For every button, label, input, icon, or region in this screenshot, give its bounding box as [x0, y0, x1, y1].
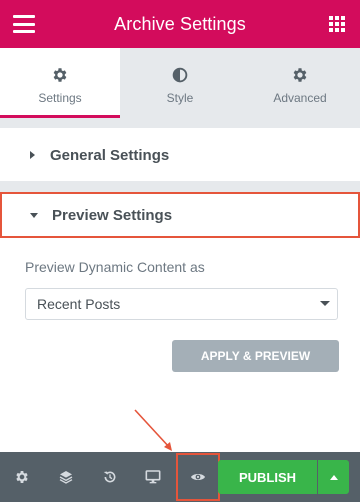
preview-content-select-value: Recent Posts — [37, 296, 121, 312]
hamburger-menu-icon[interactable] — [13, 15, 35, 33]
footer-settings-button[interactable] — [0, 452, 44, 502]
section-general-settings-label: General Settings — [50, 146, 170, 164]
panel-footer: PUBLISH — [0, 452, 360, 502]
tab-settings[interactable]: Settings — [0, 48, 120, 118]
preview-content-label: Preview Dynamic Content as — [25, 259, 205, 275]
grid-apps-icon[interactable] — [329, 16, 345, 32]
section-preview-settings[interactable]: Preview Settings — [0, 192, 360, 238]
half-circle-icon — [172, 67, 188, 82]
publish-options-button[interactable] — [318, 460, 349, 494]
section-divider — [0, 118, 360, 128]
tab-advanced-label: Advanced — [273, 90, 327, 105]
layers-icon — [59, 471, 73, 484]
preview-eye-icon — [191, 474, 205, 480]
section-general-settings[interactable]: General Settings — [0, 132, 360, 178]
footer-history-button[interactable] — [88, 452, 132, 502]
footer-responsive-button[interactable] — [131, 452, 175, 502]
annotation-arrow-icon — [134, 409, 172, 451]
tab-settings-label: Settings — [38, 90, 82, 105]
panel-content: General Settings Preview Settings Previe… — [0, 118, 360, 452]
settings-gear-icon — [16, 471, 28, 483]
caret-right-icon — [30, 151, 35, 159]
panel-header: Archive Settings — [0, 0, 360, 48]
responsive-desktop-icon — [145, 470, 161, 484]
footer-preview-button[interactable] — [176, 453, 220, 501]
caret-down-icon — [30, 213, 38, 218]
section-preview-settings-label: Preview Settings — [52, 206, 173, 224]
section-divider — [0, 181, 360, 192]
apply-preview-button[interactable]: APPLY & PREVIEW — [172, 340, 339, 372]
tab-style-label: Style — [166, 90, 194, 105]
gear-icon — [53, 67, 67, 82]
tab-advanced[interactable]: Advanced — [240, 48, 360, 118]
panel-tabs: Settings Style Advanced — [0, 48, 360, 118]
chevron-down-icon — [320, 301, 330, 306]
footer-navigator-button[interactable] — [44, 452, 88, 502]
caret-up-icon — [329, 474, 338, 480]
gear-icon — [293, 67, 307, 82]
history-icon — [103, 471, 116, 483]
panel-title: Archive Settings — [114, 13, 246, 34]
preview-content-select[interactable]: Recent Posts — [25, 288, 338, 320]
tab-style[interactable]: Style — [120, 48, 240, 118]
publish-button[interactable]: PUBLISH — [218, 460, 317, 494]
